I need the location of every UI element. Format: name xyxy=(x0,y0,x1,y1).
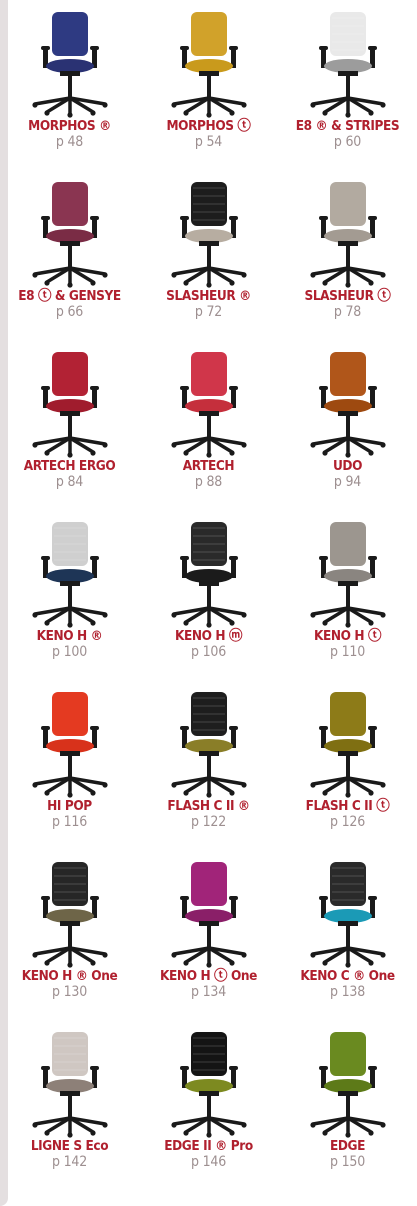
chair-icon xyxy=(170,862,247,968)
chair-icon xyxy=(309,862,386,968)
product-card[interactable]: KENO C ® One p 138 xyxy=(278,858,417,1001)
product-card[interactable]: KENO H ⓣ One p 134 xyxy=(139,858,278,1001)
page-reference: p 138 xyxy=(329,984,366,1000)
product-name: MORPHOS ⓣ xyxy=(166,118,251,134)
product-name: EDGE xyxy=(329,1138,366,1154)
product-card[interactable]: E8 ⓣ & GENSYE p 66 xyxy=(0,178,139,321)
product-card[interactable]: FLASH C II ® p 122 xyxy=(139,688,278,831)
page-reference: p 116 xyxy=(51,814,88,830)
product-name: KENO H ® One xyxy=(21,968,118,984)
chair-icon xyxy=(170,352,247,458)
product-card[interactable]: MORPHOS ® p 48 xyxy=(0,8,139,151)
page-reference: p 110 xyxy=(329,644,366,660)
product-card[interactable]: KENO H ⓜ p 106 xyxy=(139,518,278,661)
product-grid: MORPHOS ® p 48 MORPHOS ⓣ p 54 E8 ® & STRIPES… xyxy=(0,0,417,1206)
product-card[interactable]: KENO H ⓣ p 110 xyxy=(278,518,417,661)
product-card[interactable]: SLASHEUR ® p 72 xyxy=(139,178,278,321)
page-reference: p 88 xyxy=(194,474,223,490)
page-reference: p 66 xyxy=(55,304,84,320)
page-reference: p 146 xyxy=(190,1154,227,1170)
page-reference: p 48 xyxy=(55,134,84,150)
product-name: KENO H ⓜ xyxy=(174,628,243,644)
product-name: HI POP xyxy=(47,798,92,814)
page-reference: p 100 xyxy=(51,644,88,660)
chair-icon xyxy=(309,522,386,628)
page-reference: p 134 xyxy=(190,984,227,1000)
page-reference: p 78 xyxy=(333,304,362,320)
chair-icon xyxy=(31,692,108,798)
product-name: UDO xyxy=(332,458,363,474)
chair-icon xyxy=(31,12,108,118)
chair-icon xyxy=(309,352,386,458)
page-reference: p 72 xyxy=(194,304,223,320)
product-card[interactable]: E8 ® & STRIPES p 60 xyxy=(278,8,417,151)
page-reference: p 106 xyxy=(190,644,227,660)
product-card[interactable]: ARTECH p 88 xyxy=(139,348,278,491)
chair-icon xyxy=(31,1032,108,1138)
product-name: FLASH C II ⓣ xyxy=(305,798,390,814)
chair-icon xyxy=(31,352,108,458)
product-name: ARTECH ERGO xyxy=(23,458,116,474)
product-card[interactable]: KENO H ® One p 130 xyxy=(0,858,139,1001)
product-name: SLASHEUR ® xyxy=(166,288,251,304)
product-name: KENO C ® One xyxy=(300,968,395,984)
chair-icon xyxy=(170,522,247,628)
chair-icon xyxy=(309,1032,386,1138)
product-card[interactable]: SLASHEUR ⓣ p 78 xyxy=(278,178,417,321)
chair-icon xyxy=(309,12,386,118)
chair-icon xyxy=(31,182,108,288)
page-reference: p 84 xyxy=(55,474,84,490)
page-reference: p 122 xyxy=(190,814,227,830)
product-card[interactable]: ARTECH ERGO p 84 xyxy=(0,348,139,491)
chair-icon xyxy=(309,182,386,288)
page-reference: p 126 xyxy=(329,814,366,830)
product-name: SLASHEUR ⓣ xyxy=(304,288,391,304)
chair-icon xyxy=(31,522,108,628)
page-reference: p 54 xyxy=(194,134,223,150)
chair-icon xyxy=(31,862,108,968)
product-name: E8 ® & STRIPES xyxy=(295,118,400,134)
product-card[interactable]: LIGNE S Eco p 142 xyxy=(0,1028,139,1171)
page-reference: p 94 xyxy=(333,474,362,490)
product-name: EDGE II ® Pro xyxy=(164,1138,253,1154)
page-reference: p 130 xyxy=(51,984,88,1000)
product-name: FLASH C II ® xyxy=(167,798,250,814)
product-name: KENO H ⓣ xyxy=(313,628,382,644)
page-reference: p 142 xyxy=(51,1154,88,1170)
product-card[interactable]: MORPHOS ⓣ p 54 xyxy=(139,8,278,151)
product-card[interactable]: HI POP p 116 xyxy=(0,688,139,831)
product-card[interactable]: UDO p 94 xyxy=(278,348,417,491)
chair-icon xyxy=(170,1032,247,1138)
product-name: KENO H ® xyxy=(36,628,103,644)
product-name: LIGNE S Eco xyxy=(30,1138,109,1154)
chair-icon xyxy=(309,692,386,798)
page-reference: p 150 xyxy=(329,1154,366,1170)
chair-icon xyxy=(170,182,247,288)
chair-icon xyxy=(170,692,247,798)
product-name: KENO H ⓣ One xyxy=(160,968,257,984)
product-name: MORPHOS ® xyxy=(28,118,111,134)
product-card[interactable]: EDGE II ® Pro p 146 xyxy=(139,1028,278,1171)
chair-icon xyxy=(170,12,247,118)
product-name: E8 ⓣ & GENSYE xyxy=(18,288,121,304)
product-card[interactable]: FLASH C II ⓣ p 126 xyxy=(278,688,417,831)
page-reference: p 60 xyxy=(333,134,362,150)
product-card[interactable]: EDGE p 150 xyxy=(278,1028,417,1171)
product-name: ARTECH xyxy=(182,458,235,474)
product-card[interactable]: KENO H ® p 100 xyxy=(0,518,139,661)
